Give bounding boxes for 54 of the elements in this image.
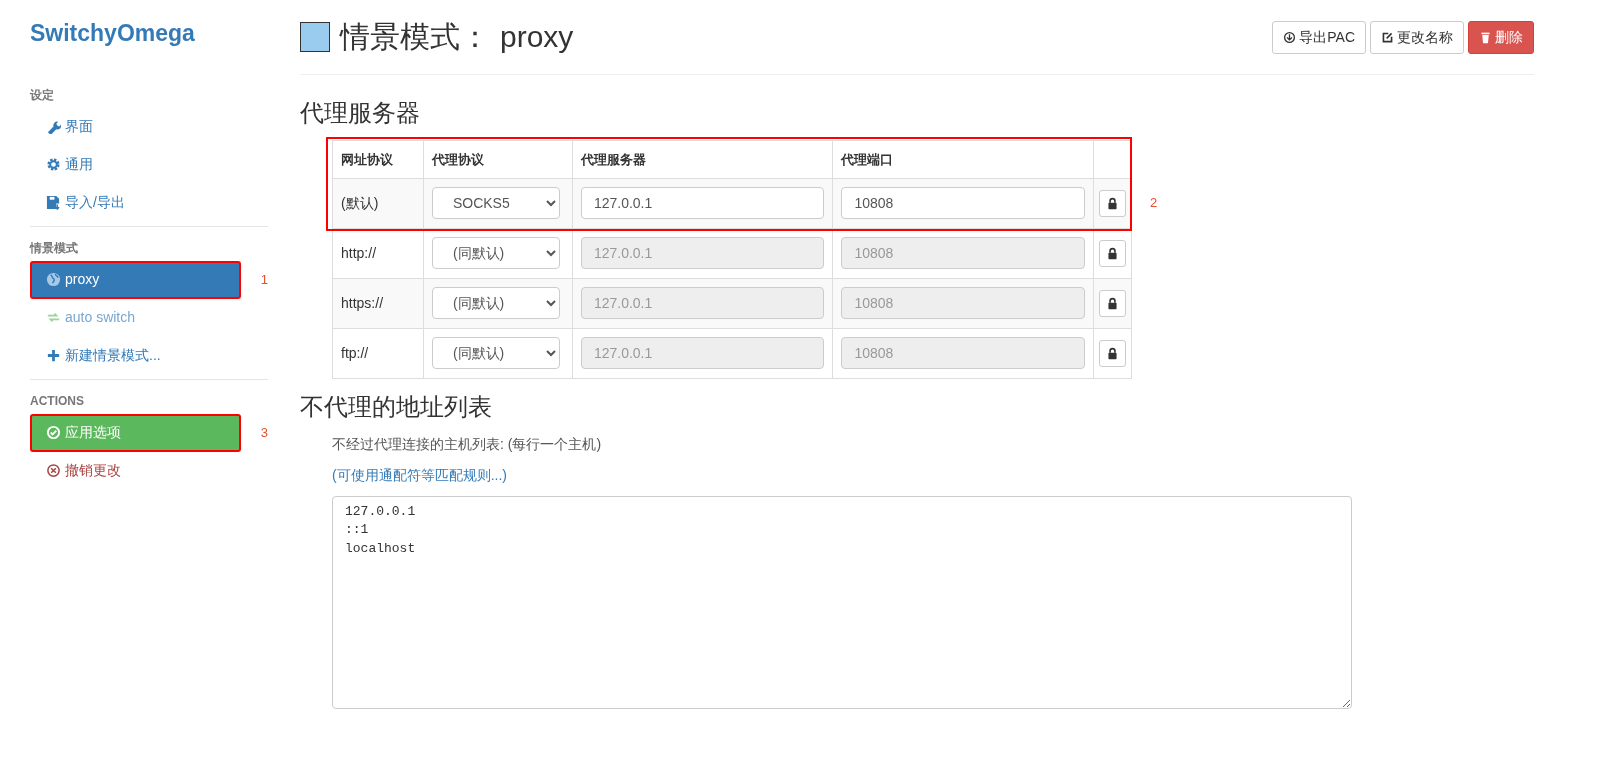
section-heading: 设定 (30, 86, 55, 104)
column-header: 代理服务器 (572, 140, 833, 179)
globe-icon (46, 272, 61, 288)
help-text: 不经过代理连接的主机列表: (每行一个主机) (332, 434, 603, 454)
sidebar-item[interactable]: proxy (30, 260, 241, 299)
callout-number: 1 (260, 270, 268, 289)
lock-button[interactable] (1098, 289, 1126, 317)
callout-number: 3 (260, 423, 268, 442)
sidebar-item[interactable]: 界面 (30, 107, 268, 146)
profile-name: proxy (500, 19, 574, 55)
server-input[interactable]: 127.0.0.1 (580, 187, 825, 220)
profile-color-swatch[interactable] (300, 22, 330, 52)
edit-icon (1381, 30, 1394, 44)
lock-icon (1105, 346, 1119, 360)
toolbar-button[interactable]: 导出PAC (1272, 20, 1366, 54)
section-title: 不代理的地址列表 (300, 392, 493, 422)
sidebar-item[interactable]: 新建情景模式... (30, 336, 268, 375)
rules-link[interactable]: (可使用通配符等匹配规则...) (332, 464, 507, 486)
cross-circle-icon (46, 463, 61, 479)
plus-icon (46, 348, 61, 364)
column-header: 网址协议 (332, 140, 424, 179)
wrench-icon (46, 119, 61, 135)
toolbar-button[interactable]: 删除 (1468, 20, 1534, 54)
download-icon (1283, 30, 1297, 44)
column-header: 代理协议 (423, 140, 573, 179)
lock-icon (1105, 196, 1119, 210)
table-cell: https:// (332, 278, 424, 329)
lock-button[interactable] (1098, 189, 1126, 217)
table-cell: http:// (332, 228, 424, 279)
lock-button[interactable] (1098, 339, 1126, 367)
section-heading: ACTIONS (30, 392, 85, 410)
toolbar-button[interactable]: 更改名称 (1370, 20, 1464, 54)
gear-icon (46, 157, 61, 173)
sidebar-item[interactable]: 撤销更改 (30, 451, 268, 490)
callout-number: 2 (1150, 193, 1158, 212)
column-header: 代理端口 (832, 140, 1094, 179)
sidebar-item[interactable]: 导入/导出 (30, 183, 268, 222)
section-title: 代理服务器 (300, 99, 421, 128)
page-title: 情景模式： (340, 19, 490, 55)
table-cell: (默认) (332, 178, 424, 229)
bypass-list-field[interactable]: 127.0.0.1 ::1 localhost (332, 495, 1352, 709)
lock-icon (1105, 246, 1119, 260)
port-input[interactable]: 10808 (841, 187, 1085, 220)
section-heading: 情景模式 (30, 239, 79, 257)
lock-icon (1105, 296, 1119, 310)
app-logo-text: SwitchyOmega (30, 20, 196, 48)
sidebar-item[interactable]: 应用选项 (30, 413, 241, 452)
protocol-select[interactable]: SOCKS5 (431, 187, 560, 220)
table-cell: ftp:// (332, 328, 424, 379)
sidebar-item[interactable]: auto switch (30, 298, 268, 337)
trash-icon (1479, 30, 1492, 44)
lock-button[interactable] (1098, 239, 1126, 267)
check-circle-icon (46, 425, 61, 441)
sidebar-item[interactable]: 通用 (30, 145, 268, 184)
